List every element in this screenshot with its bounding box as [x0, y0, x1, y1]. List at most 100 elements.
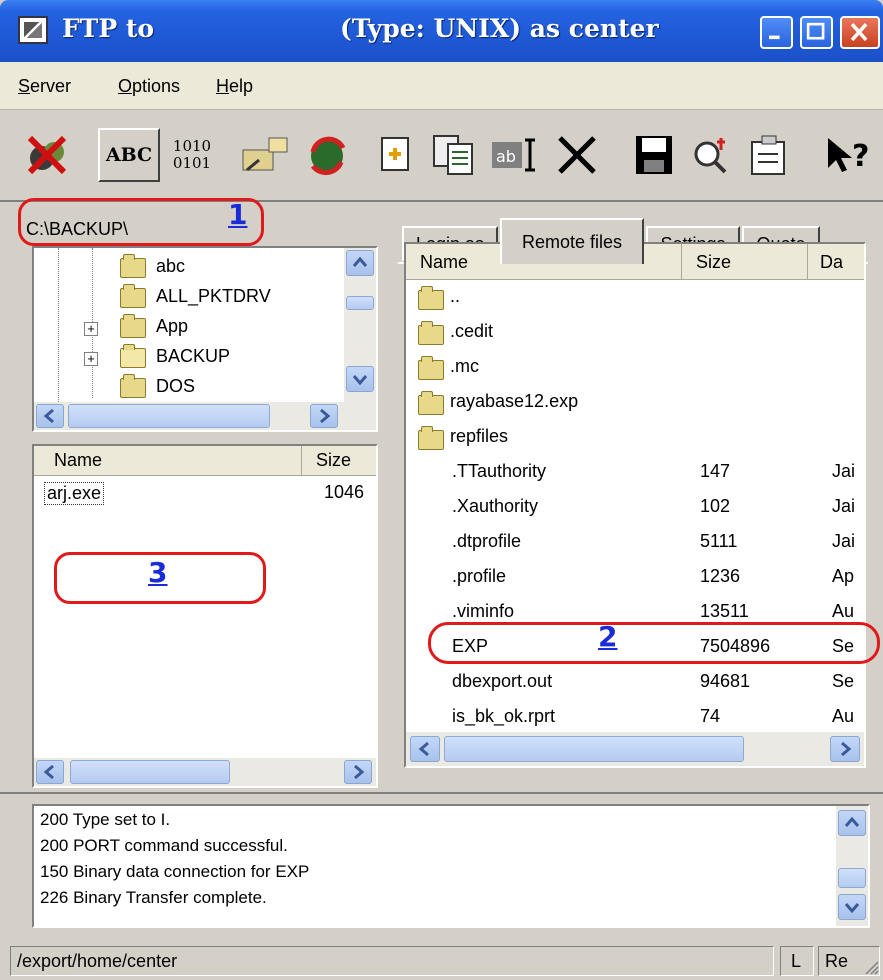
find-icon: [694, 138, 727, 174]
tree-item-dos[interactable]: DOS: [114, 374, 354, 402]
open-folder-icon: [120, 344, 146, 368]
minimize-button[interactable]: [760, 16, 793, 49]
menu-options[interactable]: Options: [118, 76, 180, 97]
table-row[interactable]: dbexport.out 94681 Se: [414, 667, 862, 699]
tree-hscroll[interactable]: [34, 402, 376, 430]
local-folder-tree[interactable]: abc ALL_PKTDRV + App + BACKUP DOS: [32, 246, 378, 432]
list-item[interactable]: arj.exe 1046: [42, 482, 372, 508]
folder-icon: [418, 286, 444, 310]
app-icon[interactable]: [18, 16, 48, 44]
annotation-number-1: 1: [228, 198, 248, 231]
log-line: 150 Binary data connection for EXP: [40, 862, 310, 881]
save-icon: [636, 136, 672, 174]
close-icon: [850, 22, 868, 42]
window-title-right: (Type: UNIX) as center: [340, 14, 659, 43]
scroll-thumb[interactable]: [346, 296, 374, 310]
minimize-icon: [769, 35, 780, 40]
tree-vscroll[interactable]: [344, 248, 376, 404]
tree-item-app[interactable]: + App: [84, 314, 354, 342]
table-row[interactable]: .dtprofile 5111 Jai: [414, 527, 862, 559]
arrow-right-icon: [320, 408, 331, 424]
scroll-left-button[interactable]: [36, 404, 64, 428]
close-button[interactable]: [840, 16, 880, 49]
folder-icon: [120, 284, 146, 308]
folder-icon: [120, 254, 146, 278]
list-item[interactable]: rayabase12.exp: [414, 387, 854, 419]
delete-icon: [558, 136, 596, 174]
list-item[interactable]: ..: [414, 282, 854, 314]
tab-remote-files[interactable]: Remote files: [500, 218, 644, 264]
copy-button[interactable]: [426, 128, 482, 182]
status-cell-2: Re: [818, 946, 880, 976]
scroll-thumb[interactable]: [68, 404, 270, 428]
new-file-button[interactable]: [372, 128, 420, 182]
delete-button[interactable]: [550, 128, 604, 182]
table-row[interactable]: .profile 1236 Ap: [414, 562, 862, 594]
scroll-up-button[interactable]: [346, 250, 374, 276]
save-button[interactable]: [628, 128, 680, 182]
scroll-thumb[interactable]: [838, 868, 866, 888]
status-cell-1: L: [780, 946, 814, 976]
local-file-list[interactable]: Name Size arj.exe 1046: [32, 444, 378, 788]
scroll-right-button[interactable]: [310, 404, 338, 428]
log-line: 200 Type set to I.: [40, 810, 171, 829]
scroll-left-button[interactable]: [36, 760, 64, 784]
status-path: /export/home/center: [10, 946, 774, 976]
tree-item-all-pktdrv[interactable]: ALL_PKTDRV: [114, 284, 354, 312]
window-title-left: FTP to: [62, 14, 155, 43]
svg-text:?: ?: [852, 139, 869, 174]
scroll-right-button[interactable]: [344, 760, 372, 784]
binary-label-1: 1010: [172, 137, 212, 155]
ascii-mode-button[interactable]: ABC: [98, 128, 160, 182]
log-line: 200 PORT command successful.: [40, 836, 288, 855]
list-item[interactable]: .cedit: [414, 317, 854, 349]
list-item[interactable]: repfiles: [414, 422, 854, 454]
folder-icon: [418, 356, 444, 380]
log-pane[interactable]: 200 Type set to I. 200 PORT command succ…: [32, 804, 870, 928]
annotation-number-3: 3: [148, 556, 168, 589]
table-row[interactable]: is_bk_ok.rprt 74 Au: [414, 702, 862, 734]
context-help-button[interactable]: ?: [820, 128, 880, 182]
rename-button[interactable]: ab: [488, 128, 544, 182]
file-hscroll[interactable]: [34, 758, 376, 786]
scroll-down-button[interactable]: [346, 366, 374, 392]
folder-icon: [120, 374, 146, 398]
column-header-date[interactable]: Da: [810, 244, 864, 280]
log-vscroll[interactable]: [836, 806, 868, 926]
tree-item-abc[interactable]: abc: [114, 254, 354, 282]
status-bar: /export/home/center L Re: [0, 942, 883, 980]
scroll-up-button[interactable]: [838, 810, 866, 836]
scroll-thumb[interactable]: [70, 760, 230, 784]
list-item[interactable]: .mc: [414, 352, 854, 384]
menu-help[interactable]: Help: [216, 76, 253, 97]
scroll-down-button[interactable]: [838, 894, 866, 920]
properties-icon: [751, 135, 785, 175]
arrow-right-icon: [354, 764, 365, 780]
sync-icon: [310, 136, 346, 176]
find-button[interactable]: [686, 128, 738, 182]
column-header-size[interactable]: Size: [684, 244, 808, 280]
connect-button[interactable]: [236, 128, 296, 182]
help-pointer-icon: ?: [828, 138, 869, 174]
table-row[interactable]: .TTauthority 147 Jai: [414, 457, 862, 489]
menu-server[interactable]: Server: [18, 76, 71, 97]
folder-icon: [418, 426, 444, 450]
refresh-connect-button[interactable]: [300, 128, 360, 182]
column-header-size[interactable]: Size: [304, 446, 376, 476]
maximize-button[interactable]: [800, 16, 833, 49]
binary-mode-button[interactable]: 1010 0101: [164, 128, 220, 182]
disconnect-button[interactable]: [22, 128, 72, 182]
arrow-left-icon: [43, 764, 54, 780]
expand-icon[interactable]: +: [84, 352, 98, 366]
column-header-name[interactable]: Name: [34, 446, 302, 476]
tree-item-backup[interactable]: + BACKUP: [84, 344, 354, 372]
expand-icon[interactable]: +: [84, 322, 98, 336]
folder-icon: [418, 391, 444, 415]
table-row[interactable]: .Xauthority 102 Jai: [414, 492, 862, 524]
arrow-down-icon: [844, 903, 860, 914]
properties-button[interactable]: [744, 128, 796, 182]
title-bar[interactable]: FTP to (Type: UNIX) as center: [0, 0, 883, 62]
maximize-icon: [806, 22, 825, 40]
disconnect-icon: [27, 135, 67, 175]
resize-grip-icon[interactable]: [861, 957, 879, 975]
